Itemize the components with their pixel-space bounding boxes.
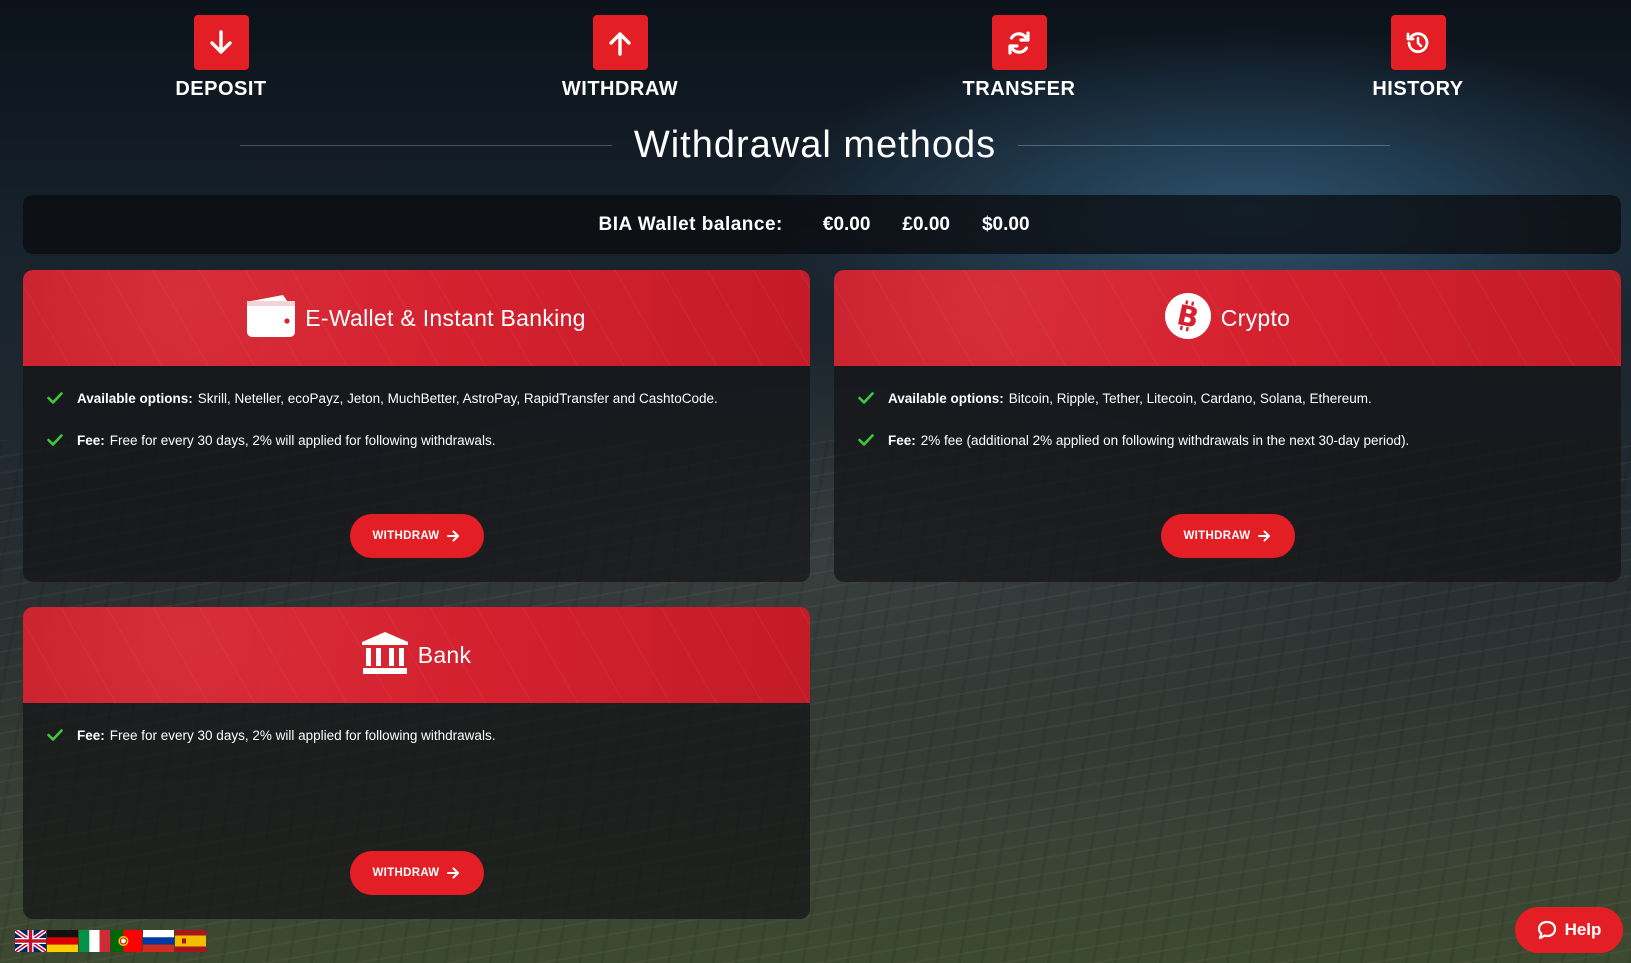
nav-history[interactable]: HISTORY [1318,15,1518,101]
bank-withdraw-button[interactable]: WITHDRAW [349,851,484,895]
wallet-balance-bar: BIA Wallet balance: €0.00 £0.00 $0.00 [23,195,1621,254]
bank-fee-label: Fee: [77,727,105,743]
flag-portugal-icon[interactable] [111,930,142,952]
crypto-fee-label: Fee: [888,432,916,448]
bank-icon [361,632,408,678]
page-title: Withdrawal methods [633,123,997,166]
balance-eur: €0.00 [822,213,871,235]
flag-uk-icon[interactable] [15,930,46,952]
flag-spain-icon[interactable] [175,930,206,952]
nav-deposit-label: DEPOSIT [175,78,267,100]
crypto-method-card: B Crypto Available options: Bitcoin, Rip… [834,270,1621,582]
crypto-withdraw-button[interactable]: WITHDRAW [1160,514,1295,558]
arrow-up-icon [592,15,648,70]
crypto-withdraw-label: WITHDRAW [1183,530,1251,542]
ewallet-options-text: Skrill, Neteller, ecoPayz, Jeton, MuchBe… [197,390,718,406]
ewallet-options-label: Available options: [77,390,193,406]
crypto-card-title: Crypto [1220,304,1291,331]
wallet-nav: DEPOSIT WITHDRAW TRANSFER HISTORY [0,0,1631,110]
nav-transfer[interactable]: TRANSFER [919,15,1119,101]
check-icon [47,392,63,404]
bank-method-card: Bank Fee: Free for every 30 days, 2% wil… [23,607,810,919]
bank-card-body: Fee: Free for every 30 days, 2% will app… [23,703,810,745]
crypto-fee-row: Fee: 2% fee (additional 2% applied on fo… [858,430,1597,450]
bank-fee-row: Fee: Free for every 30 days, 2% will app… [47,725,786,745]
bitcoin-icon: B [1164,293,1211,343]
help-label: Help [1564,920,1602,939]
ewallet-options-row: Available options: Skrill, Neteller, eco… [47,388,786,408]
balance-label: BIA Wallet balance: [598,213,783,235]
crypto-card-body: Available options: Bitcoin, Ripple, Teth… [834,366,1621,450]
bank-card-title: Bank [417,641,472,668]
flag-russia-icon[interactable] [143,930,174,952]
nav-transfer-label: TRANSFER [962,78,1076,100]
check-icon [858,434,874,446]
bank-fee-text: Free for every 30 days, 2% will applied … [109,727,496,743]
nav-history-label: HISTORY [1372,78,1464,100]
arrow-right-icon [447,530,460,542]
flag-italy-icon[interactable] [79,930,110,952]
crypto-options-text: Bitcoin, Ripple, Tether, Litecoin, Carda… [1008,390,1372,406]
ewallet-fee-row: Fee: Free for every 30 days, 2% will app… [47,430,786,450]
history-icon [1390,15,1446,70]
help-button[interactable]: Help [1515,907,1623,953]
title-divider-right [1018,144,1390,146]
ewallet-withdraw-label: WITHDRAW [372,530,440,542]
arrow-right-icon [447,867,460,879]
balance-usd: $0.00 [981,213,1030,235]
ewallet-card-title: E-Wallet & Instant Banking [305,304,586,331]
crypto-card-header: B Crypto [834,270,1621,366]
arrow-right-icon [1258,530,1271,542]
wallet-icon [247,295,296,341]
ewallet-withdraw-button[interactable]: WITHDRAW [349,514,484,558]
check-icon [858,392,874,404]
ewallet-card-body: Available options: Skrill, Neteller, eco… [23,366,810,450]
flag-germany-icon[interactable] [47,930,78,952]
crypto-options-row: Available options: Bitcoin, Ripple, Teth… [858,388,1597,408]
check-icon [47,729,63,741]
ewallet-fee-label: Fee: [77,432,105,448]
ewallet-fee-text: Free for every 30 days, 2% will applied … [109,432,496,448]
arrow-down-icon [193,15,249,70]
nav-deposit[interactable]: DEPOSIT [121,15,321,101]
nav-withdraw-label: WITHDRAW [561,78,679,100]
crypto-options-label: Available options: [888,390,1004,406]
bank-card-header: Bank [23,607,810,703]
language-selector [15,930,206,952]
nav-withdraw[interactable]: WITHDRAW [520,15,720,101]
ewallet-card-header: E-Wallet & Instant Banking [23,270,810,366]
check-icon [47,434,63,446]
page-title-row: Withdrawal methods [240,120,1390,170]
refresh-icon [991,15,1047,70]
bank-withdraw-label: WITHDRAW [372,867,440,879]
title-divider-left [240,144,612,146]
balance-gbp: £0.00 [902,213,950,235]
chat-bubble-icon [1537,920,1556,940]
crypto-fee-text: 2% fee (additional 2% applied on followi… [920,432,1410,448]
ewallet-method-card: E-Wallet & Instant Banking Available opt… [23,270,810,582]
